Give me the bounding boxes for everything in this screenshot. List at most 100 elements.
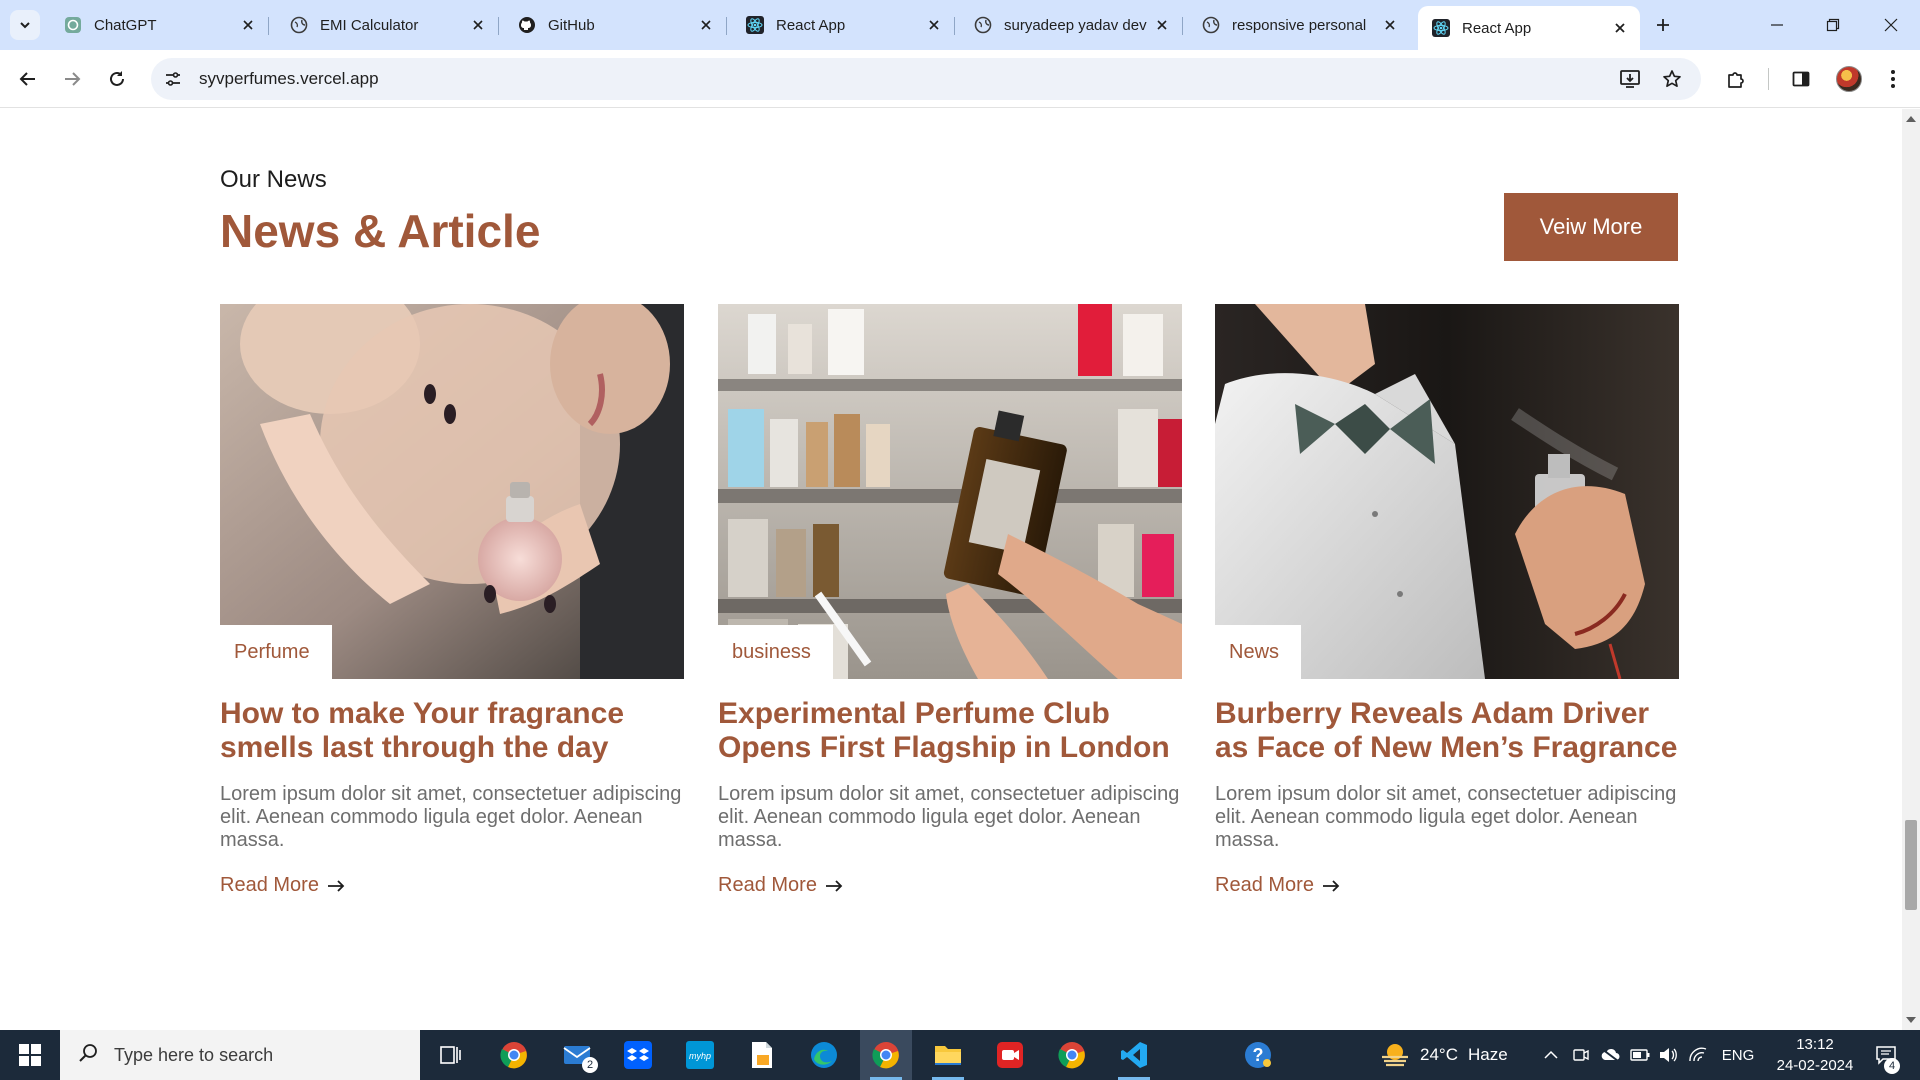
section-eyebrow: Our News	[220, 166, 327, 193]
restore-button[interactable]	[1820, 12, 1846, 38]
taskbar-app-vscode[interactable]	[1108, 1030, 1160, 1080]
view-more-button[interactable]: Veiw More	[1504, 193, 1678, 261]
back-button[interactable]	[12, 63, 44, 95]
taskbar-app-myhp[interactable]: myhp	[674, 1030, 726, 1080]
tab-chatgpt[interactable]: ChatGPT	[50, 8, 269, 42]
notifications-button[interactable]	[1866, 1030, 1906, 1080]
read-more-link[interactable]: Read More	[718, 874, 843, 897]
taskbar-app-chrome-2[interactable]	[1046, 1030, 1098, 1080]
close-window-button[interactable]	[1878, 12, 1904, 38]
read-more-link[interactable]: Read More	[1215, 874, 1340, 897]
taskbar-app-recorder[interactable]	[984, 1030, 1036, 1080]
search-icon	[78, 1043, 98, 1068]
toolbar-divider	[1768, 68, 1769, 90]
tab-title: EMI Calculator	[320, 16, 419, 34]
notification-count-badge: 4	[1884, 1058, 1900, 1074]
close-tab-icon[interactable]	[924, 15, 944, 35]
article-title[interactable]: Experimental Perfume Club Opens First Fl…	[718, 697, 1182, 765]
minimize-button[interactable]	[1764, 12, 1790, 38]
browser-menu-button[interactable]	[1877, 63, 1909, 95]
chrome-icon	[500, 1042, 527, 1069]
tray-battery[interactable]	[1626, 1030, 1654, 1080]
star-icon	[1663, 70, 1681, 88]
taskbar-search-box[interactable]: Type here to search	[60, 1030, 420, 1080]
close-tab-icon[interactable]	[468, 15, 488, 35]
tray-network[interactable]	[1684, 1030, 1712, 1080]
wifi-icon	[1689, 1047, 1707, 1062]
tray-volume[interactable]	[1654, 1030, 1682, 1080]
tray-cloud[interactable]	[1596, 1030, 1624, 1080]
task-view-button[interactable]	[425, 1030, 477, 1080]
github-icon	[518, 16, 536, 34]
install-app-button[interactable]	[1614, 63, 1646, 95]
close-tab-icon[interactable]	[1152, 15, 1172, 35]
bookmark-star-button[interactable]	[1656, 63, 1688, 95]
article-card: Perfume How to make Your fragrance smell…	[220, 304, 684, 897]
minimize-icon	[1771, 24, 1783, 26]
taskbar-app-chrome-active[interactable]	[860, 1030, 912, 1080]
profile-avatar[interactable]	[1836, 66, 1862, 92]
close-tab-icon[interactable]	[1380, 15, 1400, 35]
close-tab-icon[interactable]	[696, 15, 716, 35]
install-icon	[1620, 70, 1640, 88]
tab-title: suryadeep yadav dev	[1004, 16, 1147, 34]
tab-responsive-personal[interactable]: responsive personal	[1188, 8, 1410, 42]
article-image-perfume-spray[interactable]: Perfume	[220, 304, 684, 679]
tray-language[interactable]: ENG	[1716, 1030, 1760, 1080]
taskbar-app-help[interactable]: ?	[1232, 1030, 1284, 1080]
page-scrollbar[interactable]	[1902, 109, 1920, 1030]
article-image-perfume-shelf[interactable]: business	[718, 304, 1182, 679]
scroll-down-icon[interactable]	[1902, 1012, 1920, 1028]
taskbar-app-mail[interactable]: 2	[552, 1030, 604, 1080]
tab-github[interactable]: GitHub	[504, 8, 727, 42]
document-icon	[752, 1042, 772, 1068]
tab-search-button[interactable]	[10, 10, 40, 40]
tab-react-app-active[interactable]: React App	[1418, 6, 1640, 50]
scroll-thumb[interactable]	[1905, 820, 1917, 910]
tray-meet-now[interactable]	[1568, 1030, 1594, 1080]
taskbar-app-chrome[interactable]	[488, 1030, 540, 1080]
scroll-up-icon[interactable]	[1902, 111, 1920, 127]
dropbox-icon	[624, 1041, 652, 1069]
taskbar-app-dropbox[interactable]	[612, 1030, 664, 1080]
taskbar-app-edge[interactable]	[798, 1030, 850, 1080]
article-card: News Burberry Reveals Adam Driver as Fac…	[1215, 304, 1679, 897]
arrow-left-icon	[19, 72, 35, 86]
extensions-button[interactable]	[1720, 63, 1752, 95]
tab-suryadeep-yadav[interactable]: suryadeep yadav dev	[960, 8, 1183, 42]
show-hidden-icons-button[interactable]	[1538, 1030, 1564, 1080]
taskbar-clock[interactable]: 13:12 24-02-2024	[1760, 1034, 1870, 1076]
article-title[interactable]: How to make Your fragrance smells last t…	[220, 697, 684, 765]
forward-button[interactable]	[56, 63, 88, 95]
article-excerpt: Lorem ipsum dolor sit amet, consectetuer…	[718, 783, 1180, 851]
close-icon	[1884, 18, 1898, 32]
vscode-icon	[1121, 1042, 1147, 1068]
read-more-link[interactable]: Read More	[220, 874, 345, 897]
read-more-label: Read More	[1215, 874, 1314, 896]
start-button[interactable]	[0, 1030, 60, 1080]
site-info-icon[interactable]	[157, 63, 189, 95]
address-bar[interactable]: syvperfumes.vercel.app	[151, 58, 1701, 100]
url-text: syvperfumes.vercel.app	[199, 69, 379, 88]
close-tab-icon[interactable]	[238, 15, 258, 35]
close-tab-icon[interactable]	[1610, 18, 1630, 38]
reload-button[interactable]	[101, 63, 133, 95]
taskbar-app-notes[interactable]	[736, 1030, 788, 1080]
read-more-label: Read More	[220, 874, 319, 896]
mail-unread-badge: 2	[582, 1057, 598, 1073]
article-image-man-cologne[interactable]: News	[1215, 304, 1679, 679]
help-icon: ?	[1245, 1042, 1271, 1068]
new-tab-button[interactable]	[1650, 12, 1676, 38]
weather-widget[interactable]: 24°C Haze	[1380, 1030, 1508, 1080]
article-card: business Experimental Perfume Club Opens…	[718, 304, 1182, 897]
tab-emi-calculator[interactable]: EMI Calculator	[276, 8, 499, 42]
plus-icon	[1657, 19, 1669, 31]
article-excerpt: Lorem ipsum dolor sit amet, consectetuer…	[220, 783, 682, 851]
weather-temp: 24°C	[1420, 1045, 1458, 1064]
device-icon	[1573, 1049, 1589, 1061]
tab-react-app[interactable]: React App	[732, 8, 955, 42]
volume-icon	[1660, 1048, 1677, 1062]
side-panel-button[interactable]	[1785, 63, 1817, 95]
taskbar-app-file-explorer[interactable]	[922, 1030, 974, 1080]
article-title[interactable]: Burberry Reveals Adam Driver as Face of …	[1215, 697, 1679, 765]
